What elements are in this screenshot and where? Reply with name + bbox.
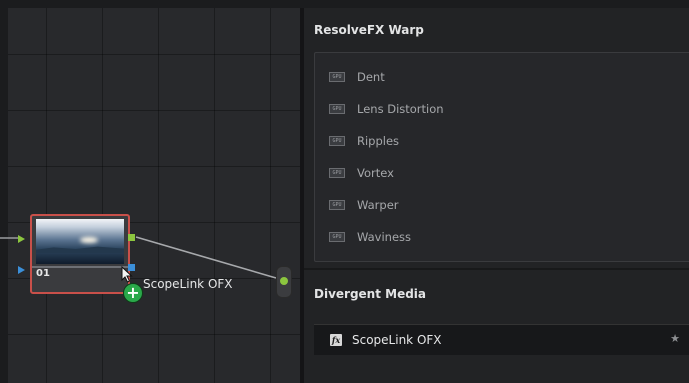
star-icon[interactable]: ★ [670, 332, 680, 345]
section-title-divergent-media: Divergent Media [314, 287, 427, 301]
cursor-arrow-icon [121, 266, 133, 283]
output-node-port[interactable] [280, 277, 288, 285]
effects-library-panel: ResolveFX Warp GPU Dent GPU Lens Distort… [304, 8, 689, 383]
fx-badge-icon: fx [330, 334, 342, 346]
fx-item-label: Ripples [357, 134, 400, 148]
fx-item-warper[interactable]: GPU Warper [329, 195, 399, 215]
fx-item-waviness[interactable]: GPU Waviness [329, 227, 411, 247]
output-connection-line [135, 236, 277, 279]
thumbnail-sun [80, 237, 98, 243]
gpu-badge-icon: GPU [329, 104, 345, 114]
node-input-port-rgb[interactable] [18, 235, 25, 243]
fx-item-lens-distortion[interactable]: GPU Lens Distortion [329, 99, 444, 119]
fx-item-label: Waviness [357, 230, 412, 244]
fx-item-label: ScopeLink OFX [352, 333, 442, 347]
gpu-badge-icon: GPU [329, 232, 345, 242]
node-editor[interactable]: 01 + ScopeLink OFX [0, 8, 300, 383]
fx-item-label: Warper [357, 198, 399, 212]
corrector-node-01[interactable]: 01 [30, 214, 130, 294]
plus-icon: + [123, 283, 143, 303]
gpu-badge-icon: GPU [329, 168, 345, 178]
node-input-port-key[interactable] [18, 266, 25, 274]
fx-item-ripples[interactable]: GPU Ripples [329, 131, 399, 151]
fx-item-label: Vortex [357, 166, 394, 180]
node-thumbnail [36, 219, 124, 264]
section-title-resolvefx-warp: ResolveFX Warp [314, 23, 424, 37]
fx-item-scopelink-ofx[interactable]: fx ScopeLink OFX ★ [314, 324, 689, 355]
node-output-port-rgb[interactable] [128, 234, 135, 241]
gpu-badge-icon: GPU [329, 200, 345, 210]
fx-item-label: Lens Distortion [357, 102, 444, 116]
drag-effect-label: ScopeLink OFX [143, 277, 233, 291]
thumbnail-landscape [36, 246, 124, 253]
fx-item-vortex[interactable]: GPU Vortex [329, 163, 394, 183]
connection-lines [0, 236, 277, 279]
fx-item-label: Dent [357, 70, 385, 84]
node-label: 01 [36, 268, 50, 279]
section-separator [304, 268, 689, 270]
gpu-badge-icon: GPU [329, 136, 345, 146]
gpu-badge-icon: GPU [329, 72, 345, 82]
fx-item-dent[interactable]: GPU Dent [329, 67, 385, 87]
output-node[interactable] [276, 266, 292, 298]
resolvefx-warp-list: GPU Dent GPU Lens Distortion GPU Ripples… [314, 52, 689, 262]
